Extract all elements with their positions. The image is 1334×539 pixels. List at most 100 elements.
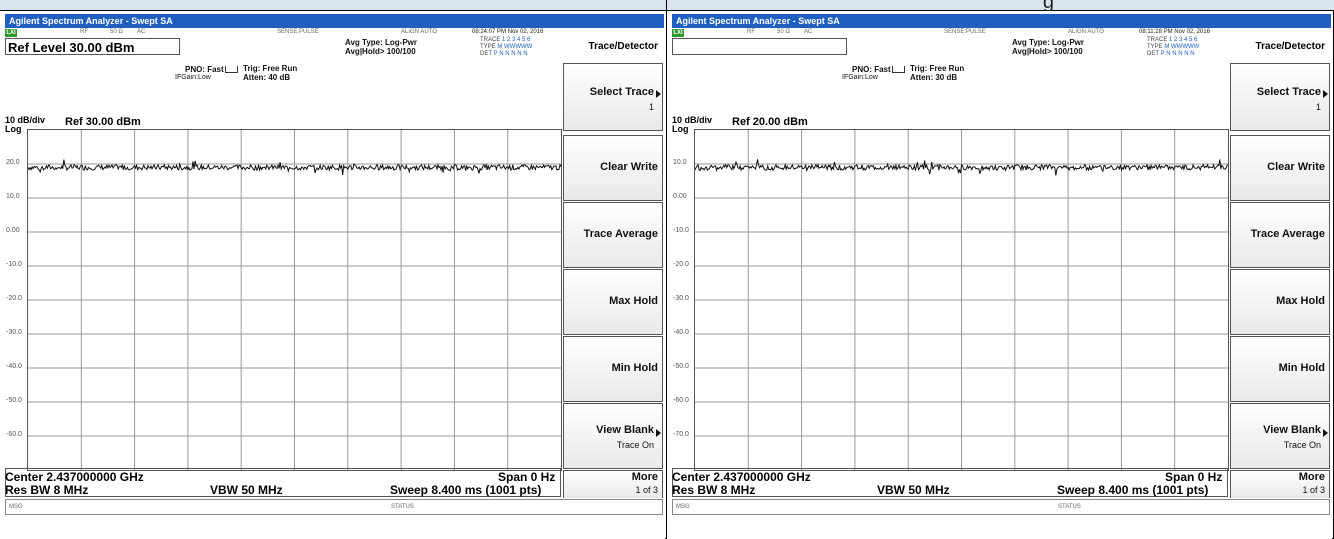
res-bw: Res BW 8 MHz [672, 483, 756, 497]
res-bw: Res BW 8 MHz [5, 483, 89, 497]
y-tick-label: 0.00 [6, 227, 20, 234]
view-blank-label: View Blank [596, 424, 654, 436]
sweep-time: Sweep 8.400 ms (1001 pts) [390, 483, 542, 497]
ref-value-label: Ref 30.00 dBm [65, 116, 141, 128]
more-value: 1 of 3 [635, 485, 658, 495]
avg-hold-label: Avg|Hold> 100/100 [345, 47, 416, 56]
center-frequency: Center 2.437000000 GHz [672, 470, 811, 484]
clear-write-button[interactable]: Clear Write [563, 135, 663, 201]
ifgain-label: IFGain:Low [842, 74, 878, 81]
select-trace-button[interactable]: Select Trace 1 [1230, 63, 1330, 131]
more-button[interactable]: More 1 of 3 [563, 470, 663, 498]
type-row-value: M WWWWW [1164, 44, 1200, 50]
ref-level-field[interactable]: Ref Level 30.00 dBm [5, 38, 180, 55]
analyzer-panel-left: Agilent Spectrum Analyzer - Swept SA LXI… [0, 11, 665, 539]
y-tick-label: -50.0 [673, 363, 689, 370]
y-tick-label: 20.0 [6, 159, 20, 166]
trace-row-value: 1 2 3 4 5 6 [1169, 37, 1198, 43]
coupling-indicator: AC [804, 29, 813, 35]
graticule-svg [28, 130, 561, 470]
avg-type-label: Avg Type: Log-Pwr [1012, 38, 1084, 47]
more-value: 1 of 3 [1302, 485, 1325, 495]
align-indicator: ALIGN AUTO [1068, 29, 1104, 35]
message-bar: MSG STATUS [672, 499, 1330, 515]
submenu-arrow-icon [1323, 429, 1328, 437]
rf-indicator: RF [747, 29, 755, 35]
menu-header: Trace/Detector [588, 41, 658, 52]
select-trace-value: 1 [1315, 102, 1321, 112]
trace-plot [694, 129, 1229, 471]
y-tick-label: 10.0 [6, 193, 20, 200]
min-hold-label: Min Hold [611, 362, 658, 374]
view-blank-button[interactable]: View Blank Trace On [1230, 403, 1330, 469]
type-row-label: TYPE [1147, 44, 1163, 50]
y-tick-label: -20.0 [6, 295, 22, 302]
more-button[interactable]: More 1 of 3 [1230, 470, 1330, 498]
submenu-arrow-icon [656, 90, 661, 98]
y-tick-label: -40.0 [673, 329, 689, 336]
ref-value-label: Ref 20.00 dBm [732, 116, 808, 128]
trace-row-value: 1 2 3 4 5 6 [502, 37, 531, 43]
min-hold-button[interactable]: Min Hold [563, 336, 663, 402]
window-titlebar: Agilent Spectrum Analyzer - Swept SA [672, 14, 1331, 28]
trace-average-label: Trace Average [1250, 228, 1325, 240]
window-titlebar: Agilent Spectrum Analyzer - Swept SA [5, 14, 664, 28]
atten-label: Atten: 40 dB [243, 73, 291, 82]
min-hold-button[interactable]: Min Hold [1230, 336, 1330, 402]
impedance-indicator: 50 Ω [110, 29, 123, 35]
max-hold-button[interactable]: Max Hold [1230, 269, 1330, 335]
center-frequency: Center 2.437000000 GHz [5, 470, 144, 484]
ref-level-field[interactable] [672, 38, 847, 55]
y-tick-label: -10.0 [673, 227, 689, 234]
y-tick-label: -30.0 [6, 329, 22, 336]
max-hold-label: Max Hold [1276, 295, 1325, 307]
submenu-arrow-icon [1323, 90, 1328, 98]
y-tick-label: 10.0 [673, 159, 687, 166]
trace-row-label: TRACE [1147, 37, 1168, 43]
span-value: Span 0 Hz [498, 470, 556, 484]
sense-indicator: SENSE:PULSE [944, 29, 986, 35]
select-trace-label: Select Trace [1256, 86, 1321, 98]
trace-average-button[interactable]: Trace Average [1230, 202, 1330, 268]
y-tick-label: -30.0 [673, 295, 689, 302]
vbw: VBW 50 MHz [877, 483, 950, 497]
det-row-label: DET [1147, 51, 1159, 57]
ifgain-label: IFGain:Low [175, 74, 211, 81]
y-tick-label: 0.00 [673, 193, 687, 200]
clear-write-button[interactable]: Clear Write [1230, 135, 1330, 201]
avg-type-label: Avg Type: Log-Pwr [345, 38, 417, 47]
clear-write-label: Clear Write [600, 161, 658, 173]
coupling-indicator: AC [137, 29, 146, 35]
trigger-icon [225, 66, 238, 73]
message-bar: MSG STATUS [5, 499, 663, 515]
type-row-label: TYPE [480, 44, 496, 50]
lxi-indicator: LXI [672, 29, 684, 37]
det-row-value: P N N N N N [493, 51, 528, 57]
lxi-indicator: LXI [5, 29, 17, 37]
min-hold-label: Min Hold [1278, 362, 1325, 374]
impedance-indicator: 50 Ω [777, 29, 790, 35]
y-tick-label: -10.0 [6, 261, 22, 268]
trig-label: Trig: Free Run [243, 64, 298, 73]
sense-indicator: SENSE:PULSE [277, 29, 319, 35]
view-blank-button[interactable]: View Blank Trace On [563, 403, 663, 469]
det-row-value: P N N N N N [1160, 51, 1195, 57]
select-trace-button[interactable]: Select Trace 1 [563, 63, 663, 131]
timestamp: 08:11:28 PM Nov 02, 2016 [1139, 29, 1210, 35]
status-label: STATUS [1058, 504, 1081, 510]
align-indicator: ALIGN AUTO [401, 29, 437, 35]
y-tick-label: -50.0 [6, 397, 22, 404]
top-strip: g [0, 0, 1334, 13]
rf-indicator: RF [80, 29, 88, 35]
msg-label: MSG [9, 504, 23, 510]
trace-average-button[interactable]: Trace Average [563, 202, 663, 268]
trace-plot [27, 129, 562, 471]
more-label: More [631, 471, 658, 483]
max-hold-button[interactable]: Max Hold [563, 269, 663, 335]
select-trace-value: 1 [648, 102, 654, 112]
max-hold-label: Max Hold [609, 295, 658, 307]
timestamp: 08:24:07 PM Nov 02, 2016 [472, 29, 544, 35]
y-tick-label: -70.0 [673, 431, 689, 438]
avg-hold-label: Avg|Hold> 100/100 [1012, 47, 1083, 56]
softkey-menu: Trace/Detector Select Trace 1 Clear Writ… [563, 31, 663, 498]
